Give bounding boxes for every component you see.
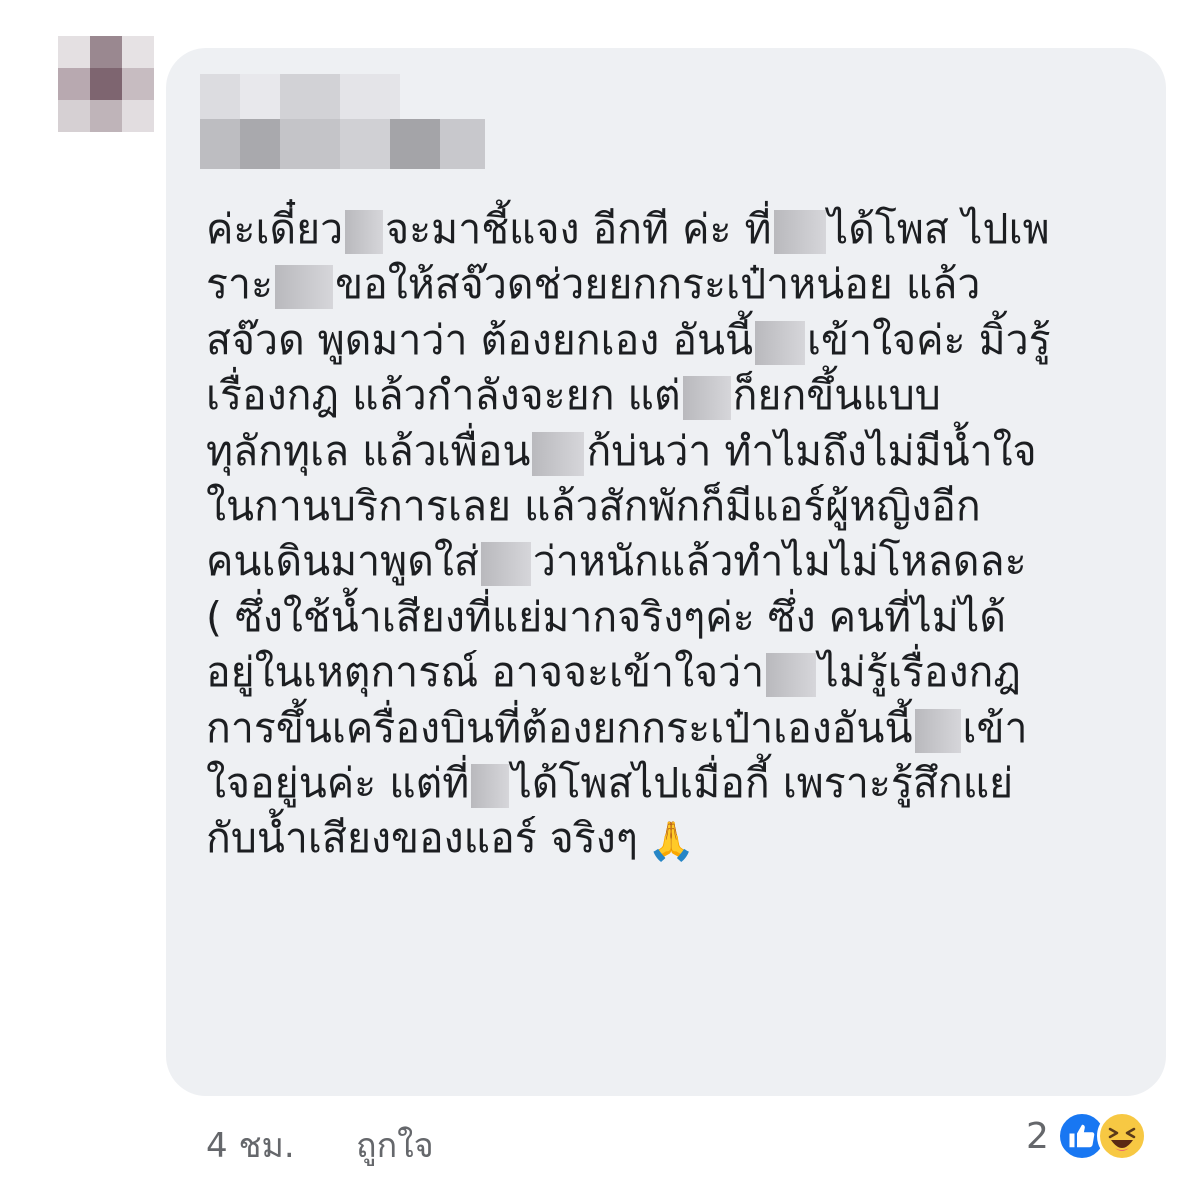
- comment-segment: ไม่รู้เรื่องกฎ: [818, 648, 1021, 697]
- reaction-count: 2: [1026, 1115, 1049, 1157]
- censored-name: [345, 210, 384, 254]
- comment-segment: คนเดินมาพูดใส่: [206, 537, 479, 586]
- pray-icon: 🙏: [647, 818, 696, 863]
- censored-name: [471, 764, 510, 809]
- comment-segment: ได้โพสไปเมื่อกี้ เพราะรู้สึกแย่: [511, 759, 1014, 808]
- comment-segment: ค่ะเดี๋ยว: [206, 205, 344, 253]
- censored-name: [682, 376, 731, 421]
- comment-segment: ว่าหนักแล้วทำไมไม่โหลดละ: [532, 537, 1027, 586]
- avatar[interactable]: [58, 36, 154, 132]
- comment-segment: ราะ: [206, 260, 274, 309]
- comment-segment: เรื่องกฎ แล้วกำลังจะยก แต่: [206, 371, 681, 420]
- censored-name: [275, 265, 334, 310]
- reaction-summary[interactable]: 2: [1026, 1108, 1147, 1164]
- comment-segment: ในกานบริการเลย แล้วสักพักก็มีแอร์ผู้หญิง…: [206, 482, 981, 531]
- censored-name: [766, 653, 817, 698]
- comment-segment: ขอให้สจ๊วดช่วยยกกระเป๋าหน่อย แล้ว: [335, 260, 981, 309]
- comment-segment: ( ซึ่งใช้น้ำเสียงที่แย่มากจริงๆค่ะ ซึ่ง …: [206, 592, 1007, 641]
- comment-text: ค่ะเดี๋ยว จะมาชี้แจง อีกที ค่ะ ที่ ได้โพส …: [206, 202, 1136, 869]
- censored-name: [755, 320, 805, 365]
- commenter-name-blurred[interactable]: [200, 74, 490, 174]
- comment-segment: ใจอยู่นค่ะ แต่ที่: [206, 759, 470, 808]
- haha-icon: [1096, 1111, 1147, 1161]
- comment-segment: เข้า: [962, 703, 1028, 752]
- comment-segment: สจ๊วด พูดมาว่า ต้องยกเอง อันนี้: [206, 315, 753, 364]
- comment-segment: ก็ยกขึ้นแบบ: [732, 371, 941, 420]
- comment-segment: จะมาชี้แจง อีกที ค่ะ ที่: [385, 205, 772, 253]
- censored-name: [914, 708, 961, 753]
- censored-name: [773, 210, 826, 254]
- censored-name: [480, 542, 531, 587]
- comment-segment: การขึ้นเครื่องบินที่ต้องยกกระเป๋าเองอันน…: [206, 703, 913, 752]
- comment-segment: ทุลักทุเล แล้วเพื่อน: [206, 426, 531, 475]
- comment-timestamp[interactable]: 4 ชม.: [206, 1118, 295, 1172]
- censored-name: [532, 431, 585, 476]
- comment-segment: ได้โพส ไปเพ: [827, 205, 1050, 253]
- like-button[interactable]: ถูกใจ: [356, 1118, 434, 1172]
- comment-segment: อยู่ในเหตุการณ์ อาจจะเข้าใจว่า: [206, 648, 765, 697]
- comment-segment: เข้าใจค่ะ มิ้วรู้: [807, 315, 1051, 364]
- comment-segment: ก้บ่นว่า ทำไมถึงไม่มีน้ำใจ: [586, 426, 1037, 475]
- comment-segment: กับน้ำเสียงของแอร์ จริงๆ: [206, 814, 638, 863]
